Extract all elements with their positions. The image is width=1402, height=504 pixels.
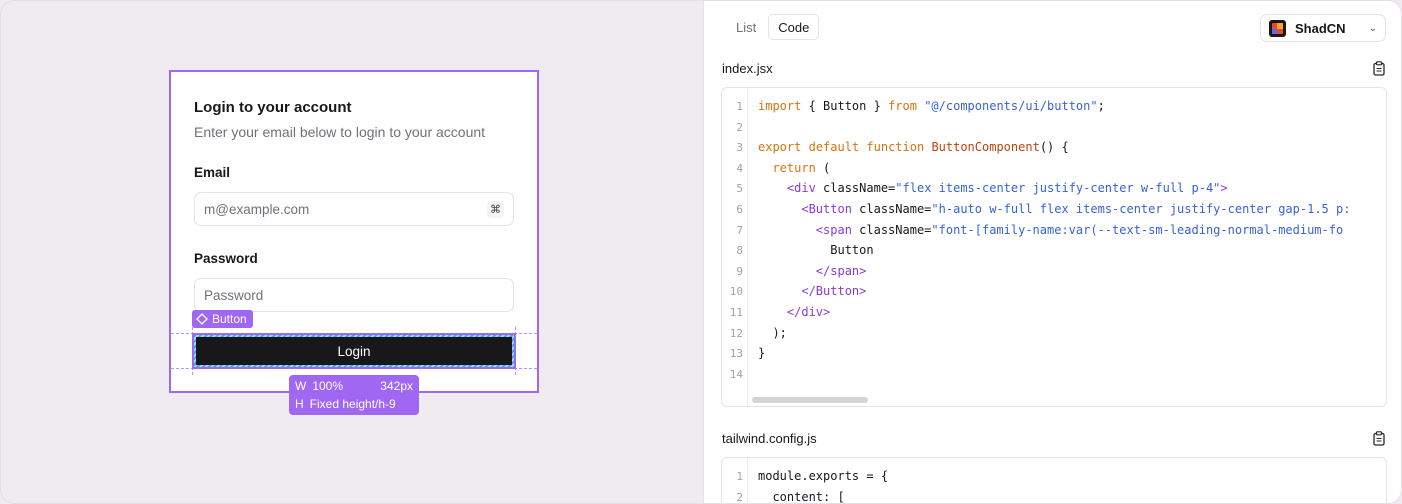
email-field-wrapper: ⌘ [194, 192, 514, 226]
code-line: </Button> [801, 284, 867, 299]
code-line: } [758, 346, 766, 361]
tab-code[interactable]: Code [768, 14, 820, 40]
chevron-down-icon: ⌄ [1368, 22, 1377, 34]
height-key: H [295, 397, 304, 411]
code-line: <div className="flex items-center justif… [786, 181, 1228, 196]
line-number: 9 [736, 264, 743, 278]
framework-select[interactable]: ShadCN ⌄ [1260, 14, 1386, 42]
view-tabs: List Code [726, 14, 820, 40]
horizontal-scrollbar[interactable] [752, 397, 868, 403]
copy-icon[interactable] [1372, 431, 1386, 446]
password-field[interactable] [195, 279, 513, 311]
app-window: Login to your account Enter your email b… [0, 0, 1402, 504]
line-number: 7 [736, 223, 743, 237]
code-line: <Button className="h-auto w-full flex it… [801, 202, 1351, 216]
code-line: ); [758, 325, 787, 340]
line-number: 3 [736, 141, 743, 155]
line-number: 2 [736, 490, 743, 504]
code-line: return ( [772, 160, 831, 175]
code-line: import { Button } from "@/components/ui/… [758, 99, 1105, 113]
line-number: 6 [736, 203, 743, 216]
code-line: module.exports = { [758, 469, 889, 483]
tab-list[interactable]: List [726, 14, 766, 40]
line-number: 14 [729, 367, 743, 381]
code-panel: List Code ShadCN ⌄ index.jsx 1 import { B… [703, 1, 1401, 504]
line-number: 1 [736, 470, 743, 483]
code-line: <span className="font-[family-name:var(-… [815, 222, 1344, 237]
width-key: W [295, 379, 307, 393]
code-line: export default function ButtonComponent(… [758, 140, 1069, 155]
line-number: 2 [736, 120, 743, 134]
code-editor-tailwind[interactable]: 1 module.exports = { 2 content: [ [721, 457, 1387, 504]
shadcn-logo-icon [1269, 19, 1286, 37]
line-number: 10 [729, 285, 743, 299]
size-info-tag: W 100% 342px H Fixed height/h-9 [289, 375, 419, 415]
width-px: 342px [380, 379, 413, 393]
email-field[interactable] [195, 193, 513, 225]
design-canvas[interactable]: Login to your account Enter your email b… [1, 1, 703, 503]
component-diamond-icon [196, 313, 208, 325]
line-number: 11 [729, 306, 743, 319]
card-description: Enter your email below to login to your … [194, 124, 486, 140]
code-line: </span> [815, 263, 867, 278]
line-number: 8 [736, 244, 743, 258]
width-value: 100% [312, 379, 344, 393]
code-line: </div> [786, 305, 831, 319]
code-line: Button [758, 243, 874, 258]
selection-tag[interactable]: Button [192, 310, 253, 328]
code-line: content: [ [758, 489, 845, 504]
height-value: Fixed height/h-9 [309, 397, 396, 411]
email-label: Email [194, 165, 231, 180]
code-editor-index[interactable]: 1 import { Button } from "@/components/ui… [721, 87, 1387, 407]
password-field-wrapper [194, 278, 514, 312]
password-label: Password [194, 251, 258, 266]
file-name-tailwind: tailwind.config.js [722, 431, 817, 446]
line-number: 1 [736, 100, 743, 113]
selected-button-frame[interactable]: Login [192, 333, 516, 369]
selection-tag-label: Button [212, 312, 247, 326]
framework-name: ShadCN [1295, 20, 1346, 36]
line-number: 5 [736, 182, 743, 196]
file-name-index: index.jsx [722, 61, 773, 76]
command-key-icon: ⌘ [487, 201, 504, 218]
line-number: 13 [729, 347, 743, 361]
line-number: 12 [729, 326, 743, 340]
card-title: Login to your account [194, 99, 352, 116]
login-button[interactable]: Login [196, 337, 512, 365]
copy-icon[interactable] [1372, 61, 1386, 76]
line-number: 4 [736, 161, 743, 175]
